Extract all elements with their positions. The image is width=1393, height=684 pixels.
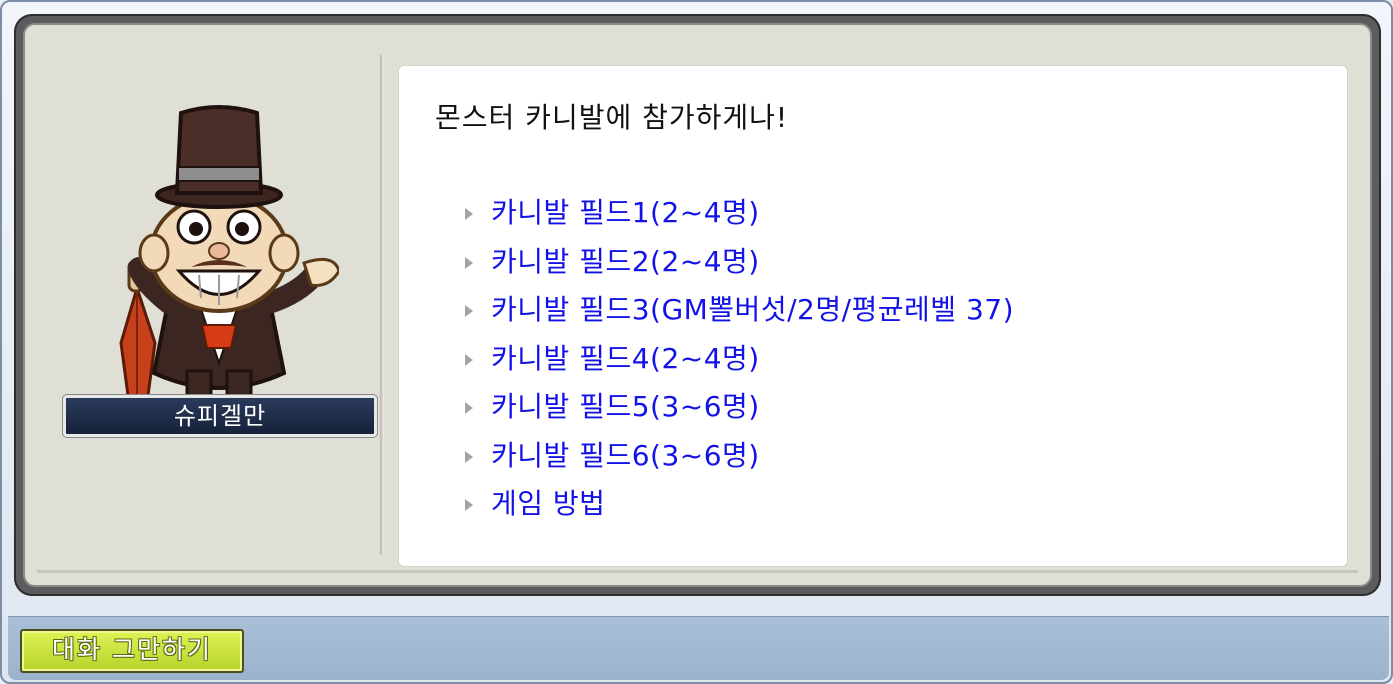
npc-dialog-window: 슈피겔만 몬스터 카니발에 참가하게나! 카니발 필드1(2~4명) 카니발 필… xyxy=(0,0,1393,684)
bullet-arrow-icon xyxy=(465,256,473,269)
dialog-inner-frame: 슈피겔만 몬스터 카니발에 참가하게나! 카니발 필드1(2~4명) 카니발 필… xyxy=(23,23,1372,587)
dialog-option-list: 카니발 필드1(2~4명) 카니발 필드2(2~4명) 카니발 필드3(GM뽈버… xyxy=(465,189,1014,529)
bullet-arrow-icon xyxy=(465,353,473,366)
option-carnival-field-6[interactable]: 카니발 필드6(3~6명) xyxy=(465,432,1014,481)
option-label: 카니발 필드4(2~4명) xyxy=(491,341,760,375)
option-carnival-field-4[interactable]: 카니발 필드4(2~4명) xyxy=(465,335,1014,384)
dialog-outer-frame: 슈피겔만 몬스터 카니발에 참가하게나! 카니발 필드1(2~4명) 카니발 필… xyxy=(14,14,1381,596)
npc-portrait-area: 슈피겔만 xyxy=(39,43,378,443)
npc-name-label: 슈피겔만 xyxy=(62,394,378,438)
dialog-message: 몬스터 카니발에 참가하게나! xyxy=(435,101,789,134)
option-carnival-field-2[interactable]: 카니발 필드2(2~4명) xyxy=(465,238,1014,287)
option-label: 카니발 필드3(GM뽈버섯/2명/평균레벨 37) xyxy=(491,293,1015,326)
option-carnival-field-5[interactable]: 카니발 필드5(3~6명) xyxy=(465,383,1014,432)
bullet-arrow-icon xyxy=(465,499,473,511)
bullet-arrow-icon xyxy=(465,208,473,220)
dialog-text-box: 몬스터 카니발에 참가하게나! 카니발 필드1(2~4명) 카니발 필드2(2~… xyxy=(398,65,1348,567)
bullet-arrow-icon xyxy=(465,305,473,317)
option-label: 카니발 필드2(2~4명) xyxy=(491,244,760,278)
option-label: 카니발 필드5(3~6명) xyxy=(491,390,760,423)
dialog-footer-bar: 대화 그만하기 xyxy=(8,616,1389,680)
top-hat-icon xyxy=(155,105,283,209)
end-chat-button[interactable]: 대화 그만하기 xyxy=(20,629,244,673)
panel-divider xyxy=(380,55,384,555)
option-carnival-field-3[interactable]: 카니발 필드3(GM뽈버섯/2명/평균레벨 37) xyxy=(465,286,1014,335)
option-carnival-field-1[interactable]: 카니발 필드1(2~4명) xyxy=(465,189,1014,238)
option-label: 게임 방법 xyxy=(491,487,606,520)
option-how-to-play[interactable]: 게임 방법 xyxy=(465,480,1014,529)
option-label: 카니발 필드6(3~6명) xyxy=(491,438,760,472)
bullet-arrow-icon xyxy=(465,402,473,414)
bullet-arrow-icon xyxy=(465,450,473,463)
option-label: 카니발 필드1(2~4명) xyxy=(491,196,760,229)
npc-character-sprite xyxy=(119,105,339,403)
